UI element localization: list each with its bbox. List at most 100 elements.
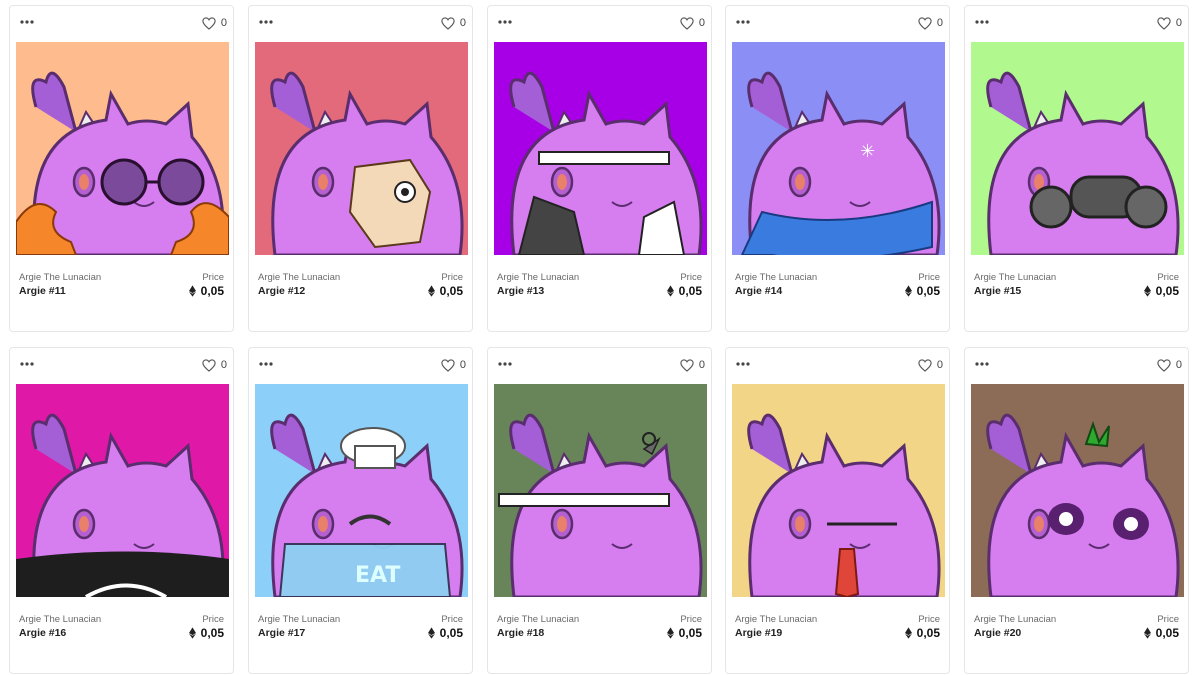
argie-illustration [971,42,1184,255]
like-button[interactable]: 0 [918,14,943,32]
like-count: 0 [1175,359,1182,371]
collection-name: Argie The Lunacian [497,272,580,283]
like-button[interactable]: 0 [441,14,466,32]
card-header: 0 [10,348,233,382]
ethereum-icon [666,627,674,639]
nft-name: Argie #19 [735,627,783,639]
nft-card-17[interactable]: 0 EAT Argie The Lunacian Argie #17 Price… [248,347,473,674]
more-horizontal-icon [259,20,273,24]
more-options-button[interactable] [974,360,992,368]
more-horizontal-icon [975,362,989,366]
like-count: 0 [698,359,705,371]
argie-illustration [255,42,468,255]
nft-card-20[interactable]: 0 Argie The Lunacian Argie #20 Price 0,0… [964,347,1189,674]
collection-name: Argie The Lunacian [19,614,102,625]
like-count: 0 [459,359,466,371]
like-button[interactable]: 0 [202,14,227,32]
nft-artwork[interactable] [494,384,707,597]
card-header: 0 [488,6,711,40]
nft-card-16[interactable]: 0 Argie The Lunacian Argie #16 Price 0,0… [9,347,234,674]
price-value: 0,05 [427,626,463,640]
collection-name: Argie The Lunacian [974,272,1057,283]
more-options-button[interactable] [19,18,37,26]
nft-artwork[interactable]: EAT [255,384,468,597]
collection-name: Argie The Lunacian [497,614,580,625]
argie-illustration [16,42,229,255]
nft-artwork[interactable] [494,42,707,255]
price-value: 0,05 [188,626,224,640]
more-horizontal-icon [498,20,512,24]
price-label: Price [441,272,463,283]
nft-card-14[interactable]: 0 ✳ Argie The Lunacian Argie #14 Price 0… [725,5,950,332]
price-value: 0,05 [904,626,940,640]
like-button[interactable]: 0 [680,356,705,374]
heart-icon [1157,358,1171,372]
price-value: 0,05 [188,284,224,298]
like-button[interactable]: 0 [202,356,227,374]
collection-name: Argie The Lunacian [735,614,818,625]
price-value: 0,05 [427,284,463,298]
ethereum-icon [1143,627,1151,639]
heart-icon [918,16,932,30]
nft-artwork[interactable]: ✳ [732,42,945,255]
svg-text:EAT: EAT [355,563,400,588]
card-header: 0 [726,348,949,382]
price-label: Price [918,272,940,283]
nft-name: Argie #16 [19,627,67,639]
ethereum-icon [427,285,435,297]
more-options-button[interactable] [974,18,992,26]
nft-artwork[interactable] [255,42,468,255]
nft-name: Argie #11 [19,285,66,297]
card-header: 0 [488,348,711,382]
svg-text:✳: ✳ [860,141,875,162]
nft-name: Argie #15 [974,285,1022,297]
nft-name: Argie #14 [735,285,783,297]
like-count: 0 [459,17,466,29]
nft-artwork[interactable] [971,42,1184,255]
price-amount: 0,05 [439,284,463,298]
more-horizontal-icon [20,20,34,24]
nft-card-12[interactable]: 0 Argie The Lunacian Argie #12 Price 0,0… [248,5,473,332]
nft-card-19[interactable]: 0 Argie The Lunacian Argie #19 Price 0,0… [725,347,950,674]
card-header: 0 [965,6,1188,40]
more-options-button[interactable] [258,18,276,26]
collection-name: Argie The Lunacian [258,614,341,625]
heart-icon [918,358,932,372]
nft-card-15[interactable]: 0 Argie The Lunacian Argie #15 Price 0,0… [964,5,1189,332]
nft-artwork[interactable] [16,42,229,255]
nft-artwork[interactable] [971,384,1184,597]
like-button[interactable]: 0 [441,356,466,374]
nft-name: Argie #13 [497,285,545,297]
argie-illustration: ✳ [732,42,945,255]
nft-artwork[interactable] [732,384,945,597]
price-label: Price [680,272,702,283]
nft-card-18[interactable]: 0 Argie The Lunacian Argie #18 Price 0,0… [487,347,712,674]
ethereum-icon [904,285,912,297]
heart-icon [441,358,455,372]
more-options-button[interactable] [497,18,515,26]
argie-illustration [494,42,707,255]
argie-illustration [971,384,1184,597]
nft-card-11[interactable]: 0 Argie The Lunacian Argie #11 Price 0,0… [9,5,234,332]
like-count: 0 [1175,17,1182,29]
ethereum-icon [904,627,912,639]
like-button[interactable]: 0 [1157,14,1182,32]
more-horizontal-icon [259,362,273,366]
more-options-button[interactable] [735,18,753,26]
price-amount: 0,05 [1155,626,1179,640]
nft-card-13[interactable]: 0 Argie The Lunacian Argie #13 Price 0,0… [487,5,712,332]
more-horizontal-icon [498,362,512,366]
like-count: 0 [220,17,227,29]
like-button[interactable]: 0 [680,14,705,32]
argie-illustration [494,384,707,597]
more-horizontal-icon [975,20,989,24]
more-options-button[interactable] [19,360,37,368]
nft-artwork[interactable] [16,384,229,597]
price-amount: 0,05 [439,626,463,640]
more-options-button[interactable] [497,360,515,368]
like-button[interactable]: 0 [1157,356,1182,374]
like-button[interactable]: 0 [918,356,943,374]
ethereum-icon [188,285,196,297]
more-options-button[interactable] [258,360,276,368]
more-options-button[interactable] [735,360,753,368]
